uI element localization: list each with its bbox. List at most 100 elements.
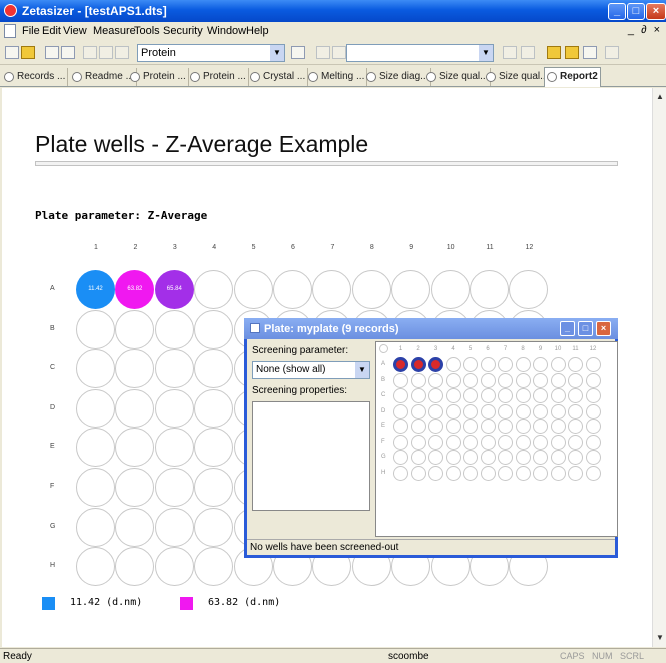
- menu-help[interactable]: Help: [246, 25, 269, 37]
- menu-measure[interactable]: Measure: [93, 25, 136, 37]
- well-C3[interactable]: [154, 349, 194, 389]
- filter-combo[interactable]: ▼: [346, 44, 494, 62]
- mini-well-B6[interactable]: [480, 372, 496, 388]
- well-A5[interactable]: [233, 270, 273, 309]
- mini-well-E11[interactable]: [568, 419, 583, 434]
- mini-well-G7[interactable]: [498, 450, 513, 465]
- mini-well-H6[interactable]: [480, 465, 496, 481]
- mini-well-E1[interactable]: [393, 419, 408, 434]
- title-bar[interactable]: Zetasizer - [testAPS1.dts] _ □ ×: [0, 0, 666, 22]
- dialog-maximize-button[interactable]: □: [578, 321, 593, 336]
- mini-well-C8[interactable]: [515, 388, 531, 403]
- well-G1[interactable]: [76, 507, 115, 547]
- mini-well-E6[interactable]: [480, 419, 496, 434]
- tab-7[interactable]: Size diag...: [364, 68, 432, 86]
- mini-well-C5[interactable]: [463, 388, 478, 403]
- mini-well-H4[interactable]: [445, 465, 461, 481]
- mini-well-E4[interactable]: [445, 419, 461, 434]
- well-G3[interactable]: [154, 507, 194, 547]
- mini-well-A11[interactable]: [568, 357, 583, 372]
- mini-well-E2[interactable]: [410, 419, 426, 434]
- mini-well-G11[interactable]: [568, 450, 583, 465]
- mini-well-D12[interactable]: [585, 403, 601, 419]
- save-icon[interactable]: [45, 46, 59, 59]
- mini-well-E3[interactable]: [428, 419, 443, 434]
- well-G4[interactable]: [194, 507, 234, 547]
- menu-file[interactable]: File: [22, 25, 40, 37]
- tab-4[interactable]: Protein ...: [188, 68, 249, 86]
- mini-well-A7[interactable]: [498, 357, 513, 372]
- well-F1[interactable]: [76, 468, 115, 507]
- menu-window[interactable]: Window: [207, 25, 246, 37]
- well-A2[interactable]: 63.82: [115, 270, 155, 309]
- screening-parameter-select[interactable]: None (show all) ▼: [252, 361, 370, 379]
- mini-well-B11[interactable]: [568, 372, 583, 388]
- mini-well-D10[interactable]: [550, 403, 566, 419]
- mini-well-G1[interactable]: [393, 450, 408, 465]
- mini-well-F10[interactable]: [550, 434, 566, 450]
- tab-10[interactable]: Report2: [544, 67, 601, 87]
- menu-view[interactable]: View: [63, 25, 87, 37]
- well-E3[interactable]: [154, 428, 194, 468]
- mini-well-F4[interactable]: [445, 434, 461, 450]
- mini-well-H10[interactable]: [550, 465, 566, 481]
- well-C2[interactable]: [115, 349, 155, 389]
- mini-well-C12[interactable]: [585, 388, 601, 403]
- well-D2[interactable]: [115, 388, 155, 428]
- mini-well-A4[interactable]: [445, 357, 461, 372]
- mini-well-A5[interactable]: [463, 357, 478, 372]
- mini-well-C2[interactable]: [410, 388, 426, 403]
- well-A4[interactable]: [194, 270, 234, 309]
- well-D1[interactable]: [76, 388, 115, 428]
- mini-well-D1[interactable]: [393, 403, 408, 419]
- mini-well-G4[interactable]: [445, 450, 461, 465]
- well-C1[interactable]: [76, 349, 115, 389]
- mini-well-F8[interactable]: [515, 434, 531, 450]
- tab-9[interactable]: Size qual...: [484, 68, 552, 86]
- mini-well-A10[interactable]: [550, 357, 566, 372]
- mini-well-C7[interactable]: [498, 388, 513, 403]
- well-F4[interactable]: [194, 468, 234, 507]
- mini-well-E9[interactable]: [533, 419, 548, 434]
- dialog-title-bar[interactable]: Plate: myplate (9 records) _ □ ×: [244, 318, 618, 339]
- well-A10[interactable]: [430, 270, 470, 309]
- mini-well-H9[interactable]: [533, 465, 548, 481]
- chevron-up-icon[interactable]: ▲: [653, 90, 666, 104]
- mini-well-D2[interactable]: [410, 403, 426, 419]
- well-H3[interactable]: [154, 547, 194, 587]
- well-A1[interactable]: 11.42: [76, 270, 115, 309]
- chart-icon[interactable]: [605, 46, 619, 59]
- maximize-button[interactable]: □: [627, 3, 645, 20]
- mini-well-H2[interactable]: [410, 465, 426, 481]
- mini-well-B12[interactable]: [585, 372, 601, 388]
- measurement-type-combo[interactable]: Protein ▼: [137, 44, 285, 62]
- well-F2[interactable]: [115, 468, 155, 507]
- well-A11[interactable]: [470, 270, 509, 309]
- mini-well-B10[interactable]: [550, 372, 566, 388]
- mini-well-C6[interactable]: [480, 388, 496, 403]
- well-C4[interactable]: [194, 349, 234, 389]
- mini-well-B4[interactable]: [445, 372, 461, 388]
- mini-well-H5[interactable]: [463, 465, 478, 481]
- mini-well-G3[interactable]: [428, 450, 443, 465]
- screening-properties-list[interactable]: [252, 401, 370, 511]
- mini-well-B9[interactable]: [533, 372, 548, 388]
- mini-well-D11[interactable]: [568, 403, 583, 419]
- well-B3[interactable]: [154, 309, 194, 349]
- mini-well-E7[interactable]: [498, 419, 513, 434]
- well-E2[interactable]: [115, 428, 155, 468]
- mini-well-F5[interactable]: [463, 434, 478, 450]
- well-H2[interactable]: [115, 547, 155, 587]
- well-H4[interactable]: [194, 547, 234, 587]
- export-icon[interactable]: [332, 46, 346, 59]
- well-D3[interactable]: [154, 388, 194, 428]
- corner-select-icon[interactable]: [379, 344, 388, 353]
- mini-well-A6[interactable]: [480, 357, 496, 372]
- tab-6[interactable]: Melting ...: [306, 68, 368, 86]
- mini-well-H3[interactable]: [428, 465, 443, 481]
- well-A3[interactable]: 65.84: [154, 270, 194, 309]
- mini-well-G9[interactable]: [533, 450, 548, 465]
- open-icon[interactable]: [21, 46, 35, 59]
- mini-well-E12[interactable]: [585, 419, 601, 434]
- tab-8[interactable]: Size qual...: [424, 68, 492, 86]
